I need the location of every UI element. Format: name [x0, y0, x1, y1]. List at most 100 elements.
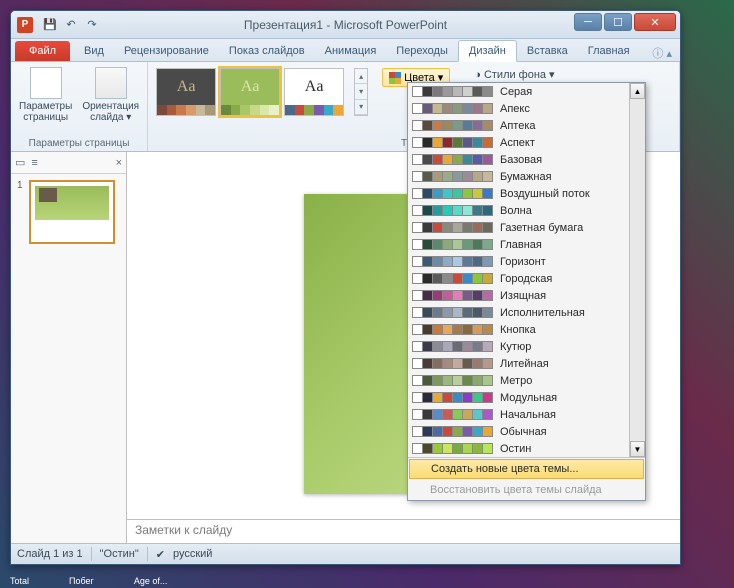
color-scheme-item[interactable]: Литейная — [408, 355, 645, 372]
color-scheme-list: Серая Апекс Аптека Аспект Базовая Бумажная Воз… — [408, 83, 645, 457]
save-icon[interactable]: 💾 — [41, 16, 59, 34]
scheme-label: Серая — [500, 86, 532, 98]
scheme-swatch — [412, 290, 492, 301]
color-scheme-item[interactable]: Городская — [408, 270, 645, 287]
scheme-swatch — [412, 256, 492, 267]
theme-preview[interactable]: Aa — [284, 68, 344, 116]
tab-дизайн[interactable]: Дизайн — [458, 40, 517, 62]
scheme-swatch — [412, 375, 492, 386]
minimize-button[interactable]: ─ — [574, 13, 602, 31]
scheme-swatch — [412, 239, 492, 250]
desktop-icons: Total Побег Age of... — [10, 576, 167, 586]
color-scheme-item[interactable]: Аспект — [408, 134, 645, 151]
color-scheme-item[interactable]: Остин — [408, 440, 645, 457]
color-scheme-item[interactable]: Метро — [408, 372, 645, 389]
color-scheme-item[interactable]: Главная — [408, 236, 645, 253]
scheme-swatch — [412, 154, 492, 165]
create-theme-colors-item[interactable]: Создать новые цвета темы... — [409, 459, 644, 479]
status-spellcheck-icon[interactable]: ✔ — [156, 548, 165, 561]
color-scheme-item[interactable]: Апекс — [408, 100, 645, 117]
maximize-button[interactable]: ☐ — [604, 13, 632, 31]
color-scheme-item[interactable]: Исполнительная — [408, 304, 645, 321]
dropdown-scrollbar[interactable]: ▲ ▼ — [629, 83, 645, 457]
scheme-swatch — [412, 273, 492, 284]
app-icon[interactable]: P — [17, 17, 33, 33]
slide-orientation-button[interactable]: Ориентация слайда ▾ — [80, 65, 141, 125]
tab-анимация[interactable]: Анимация — [315, 41, 387, 61]
scheme-swatch — [412, 205, 492, 216]
titlebar: P 💾 ↶ ↷ Презентация1 - Microsoft PowerPo… — [11, 11, 680, 39]
scheme-swatch — [412, 358, 492, 369]
desktop-icon-label[interactable]: Age of... — [134, 576, 168, 586]
color-scheme-item[interactable]: Модульная — [408, 389, 645, 406]
scroll-up-button[interactable]: ▲ — [630, 83, 645, 99]
color-scheme-item[interactable]: Газетная бумага — [408, 219, 645, 236]
statusbar: Слайд 1 из 1 "Остин" ✔ русский — [11, 543, 680, 564]
status-theme: "Остин" — [100, 548, 139, 560]
scheme-swatch — [412, 409, 492, 420]
page-setup-button[interactable]: Параметры страницы — [17, 65, 74, 125]
color-scheme-item[interactable]: Бумажная — [408, 168, 645, 185]
panel-tabs: ▭ ≡ × — [11, 152, 126, 174]
status-slide-count: Слайд 1 из 1 — [17, 548, 83, 560]
themes-gallery[interactable]: AaAaAa — [154, 65, 346, 119]
scheme-label: Изящная — [500, 290, 546, 302]
window-controls: ─ ☐ ✕ — [574, 13, 676, 31]
color-scheme-item[interactable]: Начальная — [408, 406, 645, 423]
colors-dropdown: Серая Апекс Аптека Аспект Базовая Бумажная Воз… — [407, 82, 646, 501]
file-tab[interactable]: Файл — [15, 41, 70, 61]
color-scheme-item[interactable]: Базовая — [408, 151, 645, 168]
notes-pane[interactable]: Заметки к слайду — [127, 519, 680, 543]
scheme-label: Метро — [500, 375, 532, 387]
slide-thumbnail[interactable] — [29, 180, 115, 244]
scheme-swatch — [412, 222, 492, 233]
group-label: Параметры страницы — [29, 138, 130, 149]
color-scheme-item[interactable]: Воздушный поток — [408, 185, 645, 202]
redo-icon[interactable]: ↷ — [83, 16, 101, 34]
ribbon-group-page-setup: Параметры страницы Ориентация слайда ▾ П… — [11, 62, 148, 151]
quick-access-toolbar: 💾 ↶ ↷ — [41, 16, 101, 34]
scheme-label: Аптека — [500, 120, 536, 132]
desktop-icon-label[interactable]: Побег — [69, 576, 94, 586]
scheme-label: Кнопка — [500, 324, 536, 336]
scroll-down-button[interactable]: ▼ — [630, 441, 645, 457]
color-scheme-item[interactable]: Изящная — [408, 287, 645, 304]
scheme-swatch — [412, 188, 492, 199]
scheme-swatch — [412, 103, 492, 114]
scheme-swatch — [412, 341, 492, 352]
panel-close-icon[interactable]: × — [116, 157, 122, 169]
undo-icon[interactable]: ↶ — [62, 16, 80, 34]
tab-вид[interactable]: Вид — [74, 41, 114, 61]
theme-preview[interactable]: Aa — [156, 68, 216, 116]
tab-рецензирование[interactable]: Рецензирование — [114, 41, 219, 61]
color-scheme-item[interactable]: Кутюр — [408, 338, 645, 355]
color-scheme-item[interactable]: Обычная — [408, 423, 645, 440]
scheme-label: Кутюр — [500, 341, 531, 353]
background-styles-button[interactable]: ◑ Стили фона ▾ — [474, 68, 554, 81]
color-scheme-item[interactable]: Волна — [408, 202, 645, 219]
tab-переходы[interactable]: Переходы — [386, 41, 458, 61]
slides-tab-icon[interactable]: ▭ — [15, 156, 25, 169]
scheme-label: Городская — [500, 273, 552, 285]
tab-главная[interactable]: Главная — [578, 41, 640, 61]
color-scheme-item[interactable]: Горизонт — [408, 253, 645, 270]
desktop-icon-label[interactable]: Total — [10, 576, 29, 586]
tab-вставка[interactable]: Вставка — [517, 41, 578, 61]
color-scheme-item[interactable]: Серая — [408, 83, 645, 100]
status-language[interactable]: русский — [173, 548, 212, 560]
thumbnail-list: 1 — [11, 174, 126, 255]
close-button[interactable]: ✕ — [634, 13, 676, 31]
color-scheme-item[interactable]: Кнопка — [408, 321, 645, 338]
theme-preview[interactable]: Aa — [220, 68, 280, 116]
color-scheme-item[interactable]: Аптека — [408, 117, 645, 134]
themes-more-button[interactable]: ▴▾▾ — [354, 68, 368, 116]
scheme-label: Базовая — [500, 154, 542, 166]
help-icon[interactable]: ⓘ ▴ — [652, 45, 672, 61]
scheme-swatch — [412, 307, 492, 318]
scheme-swatch — [412, 443, 492, 454]
tab-показ слайдов[interactable]: Показ слайдов — [219, 41, 315, 61]
bg-styles-icon: ◑ — [474, 69, 481, 81]
scheme-label: Апекс — [500, 103, 530, 115]
scheme-label: Воздушный поток — [500, 188, 590, 200]
outline-tab-icon[interactable]: ≡ — [31, 157, 37, 169]
